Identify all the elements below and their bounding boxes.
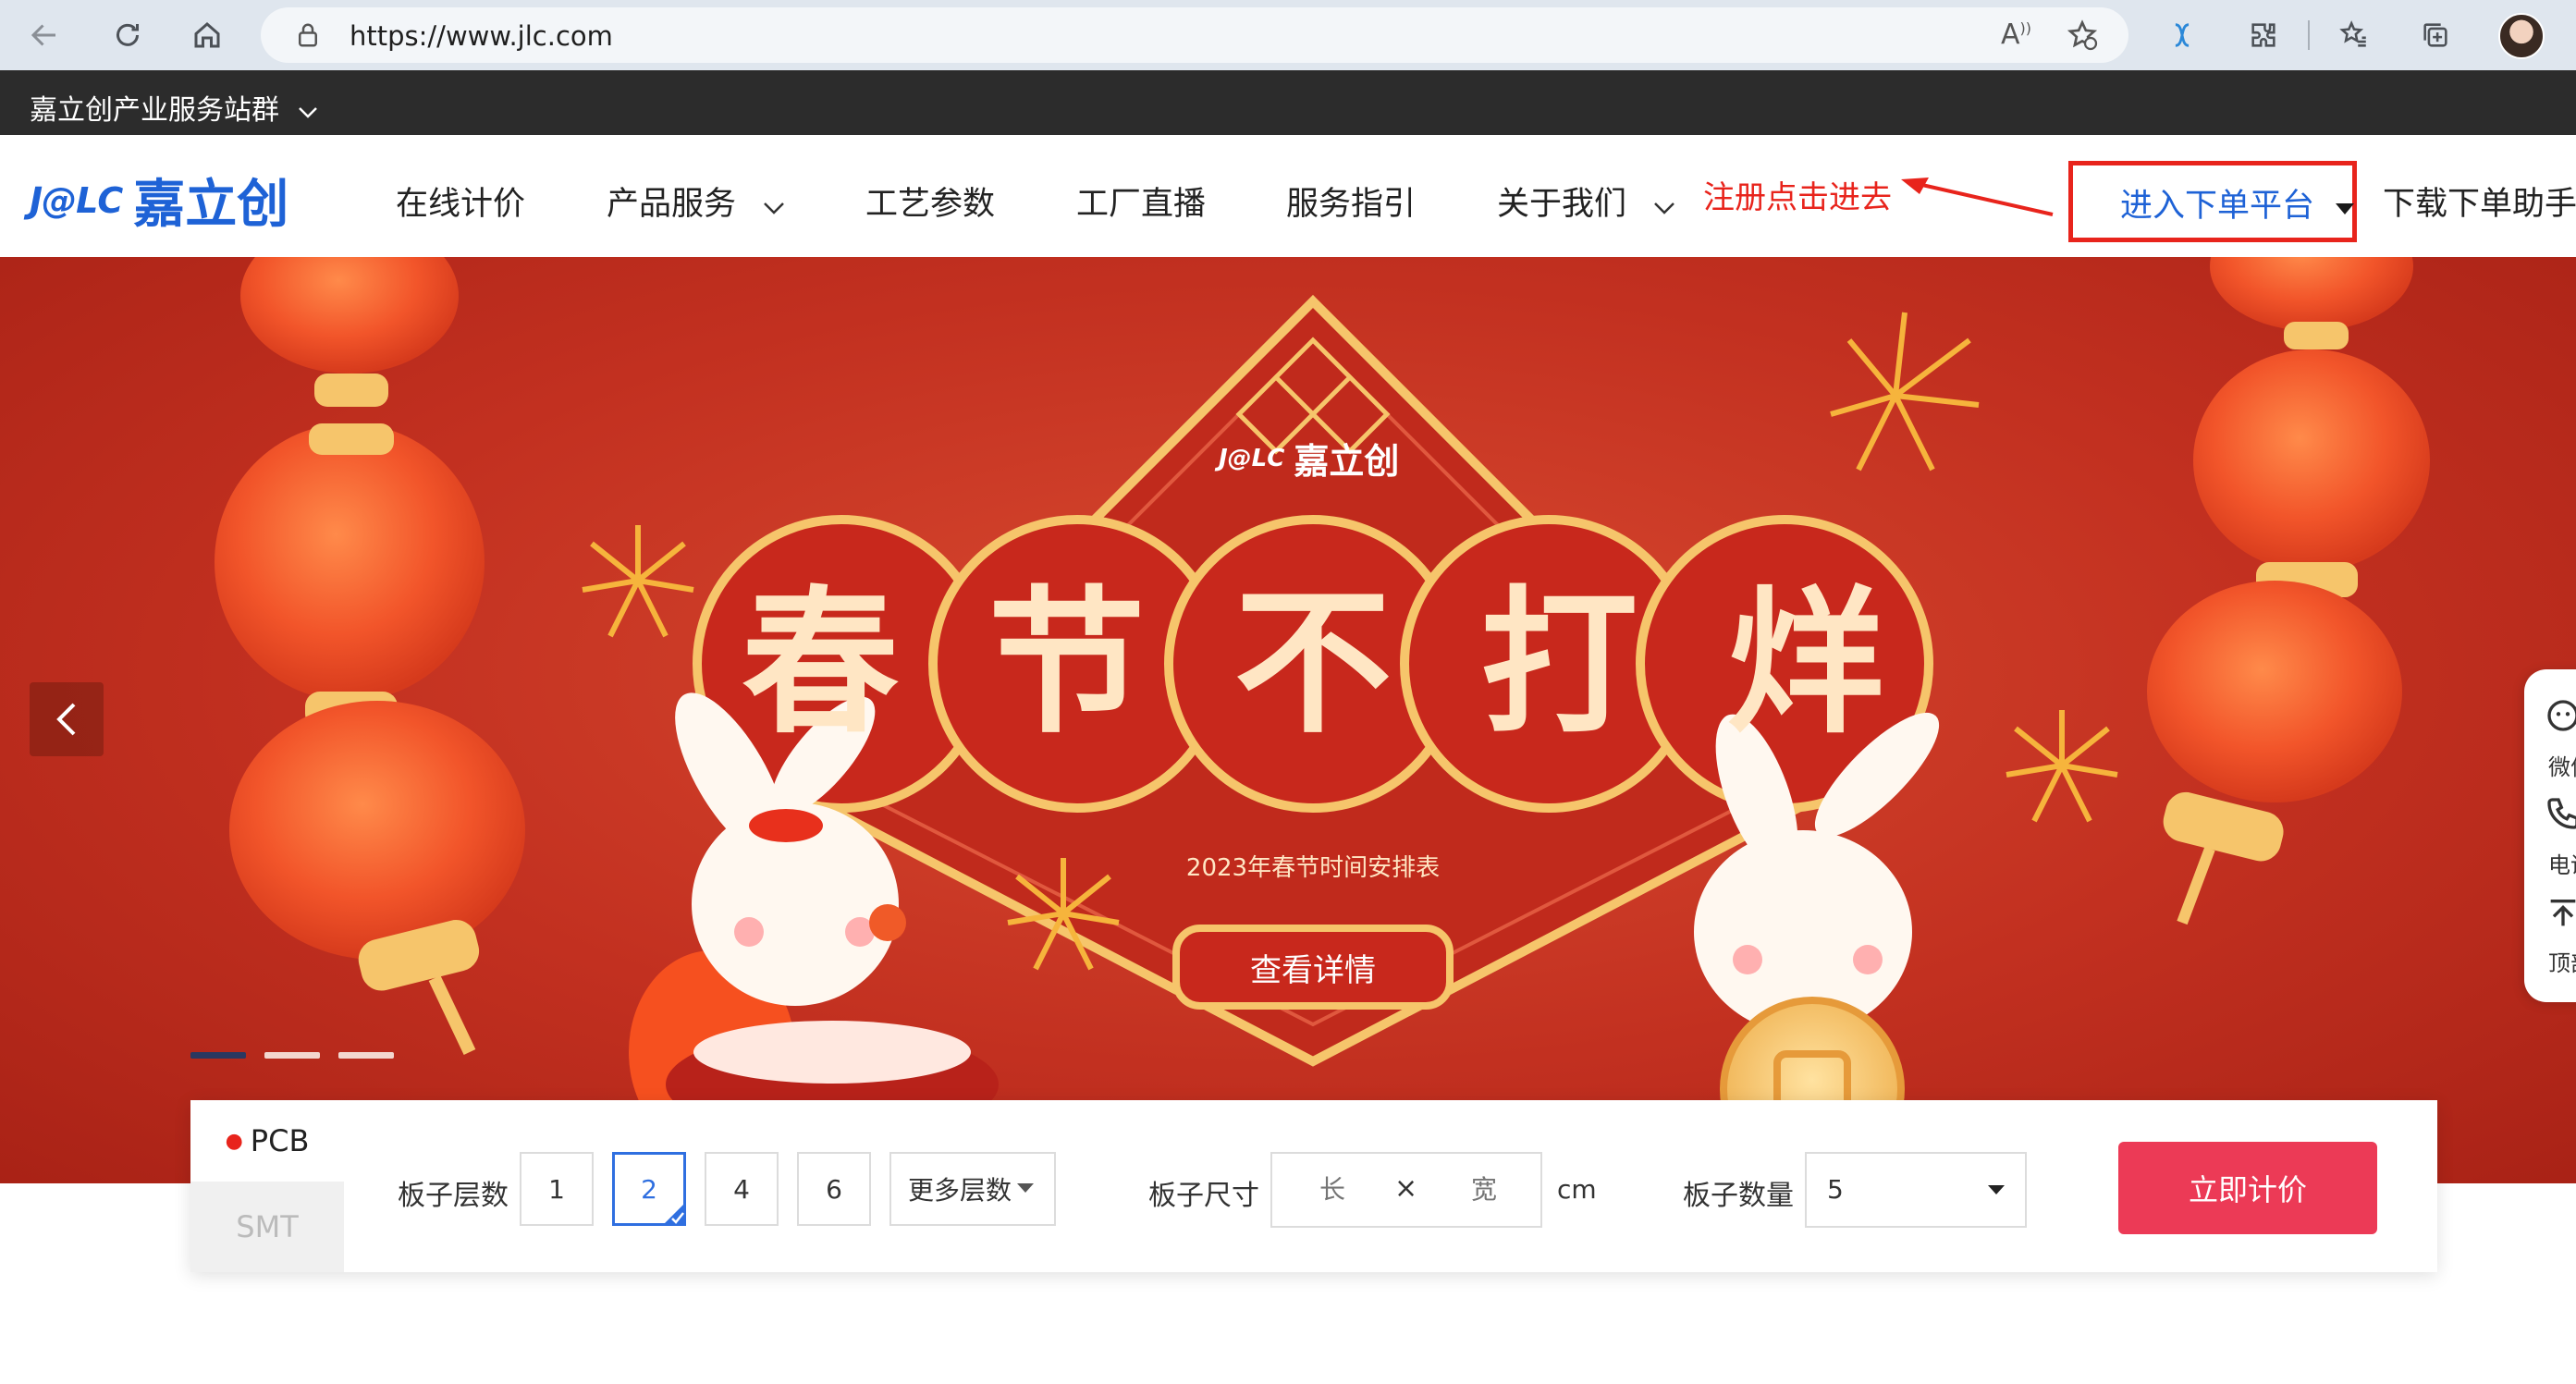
tab-label: PCB — [250, 1123, 310, 1158]
download-helper-label: 下载下单助手 — [2383, 186, 2576, 223]
back-icon[interactable] — [20, 11, 68, 59]
logo-mark: J@LC — [30, 179, 123, 221]
slide-indicator-3[interactable] — [338, 1052, 394, 1059]
size-unit: cm — [1557, 1174, 1597, 1205]
tab-pcb[interactable]: ● PCB — [190, 1100, 344, 1182]
add-favorite-icon[interactable] — [2066, 18, 2099, 55]
home-icon[interactable] — [183, 11, 231, 59]
nav-label: 服务指引 — [1286, 186, 1417, 223]
quantity-select[interactable]: 5 — [1805, 1152, 2027, 1228]
banner-brand-text: 嘉立创 — [1294, 441, 1400, 482]
site-logo[interactable]: J@LC 嘉立创 — [30, 163, 288, 238]
logo-text: 嘉立创 — [133, 175, 289, 235]
chevron-down-icon — [298, 107, 317, 118]
extension-copilot-icon[interactable] — [2160, 13, 2204, 57]
wechat-icon[interactable] — [2545, 697, 2576, 738]
size-input-group: × — [1270, 1152, 1542, 1228]
toolbar-divider — [2308, 20, 2310, 50]
collections-icon[interactable] — [2413, 13, 2458, 57]
layer-option-label: 2 — [641, 1173, 657, 1205]
headline-char: 节 — [987, 572, 1146, 755]
slide-indicator-2[interactable] — [264, 1052, 320, 1059]
nav-label: 在线计价 — [396, 186, 526, 223]
extensions-icon[interactable] — [2241, 13, 2286, 57]
tab-label: SMT — [236, 1209, 299, 1244]
banner-headline: 春 节 不 打 烊 — [697, 571, 1929, 756]
phone-icon[interactable] — [2545, 795, 2576, 836]
caret-down-icon — [1988, 1185, 2005, 1194]
hero-banner[interactable]: J@LC 嘉立创 春 节 不 打 烊 2023年春节时间安排表 查看详情 — [0, 257, 2576, 1183]
station-group-dropdown[interactable]: 嘉立创产业服务站群 — [30, 87, 318, 128]
more-layers-label: 更多层数 — [908, 1175, 1012, 1206]
size-label: 板子尺寸 — [1148, 1180, 1259, 1212]
nav-label: 工厂直播 — [1076, 186, 1207, 223]
headline-char: 春 — [742, 572, 900, 755]
lantern-right-group — [2147, 257, 2430, 925]
download-helper-link[interactable]: 下载下单助手 — [2383, 178, 2576, 225]
favorites-icon[interactable] — [2332, 13, 2376, 57]
caret-down-icon — [2336, 203, 2355, 214]
quantity-label: 板子数量 — [1683, 1180, 1794, 1212]
back-to-top-icon[interactable] — [2545, 895, 2576, 936]
order-platform-dropdown[interactable]: 进入下单平台 — [2120, 179, 2355, 227]
layer-option-6[interactable]: 6 — [797, 1152, 871, 1226]
active-dot-icon: ● — [225, 1129, 243, 1153]
lock-icon[interactable] — [294, 20, 322, 54]
browser-toolbar: https://www.jlc.com A)) — [0, 0, 2576, 70]
station-group-label: 嘉立创产业服务站群 — [30, 94, 279, 127]
slide-indicator-1[interactable] — [190, 1052, 246, 1059]
nav-label: 关于我们 — [1497, 186, 1627, 223]
nav-products[interactable]: 产品服务 — [607, 178, 785, 225]
tab-smt[interactable]: SMT — [190, 1182, 344, 1272]
banner-subtitle: 2023年春节时间安排表 — [1185, 854, 1441, 882]
wechat-label: 微信 — [2548, 754, 2576, 780]
phone-label: 电话 — [2548, 852, 2576, 878]
quick-quote-panel: ● PCB SMT 板子层数 1 2 4 6 更多层数 板子尺寸 × cm 板子… — [190, 1100, 2437, 1272]
read-aloud-icon[interactable]: A)) — [2001, 18, 2031, 51]
chevron-down-icon — [764, 202, 785, 214]
nav-service-guide[interactable]: 服务指引 — [1286, 178, 1416, 225]
station-bar: 嘉立创产业服务站群 — [0, 70, 2576, 135]
site-header: J@LC 嘉立创 在线计价 产品服务 工艺参数 工厂直播 服务指引 关于我们 注… — [0, 135, 2576, 257]
profile-avatar[interactable] — [2498, 13, 2545, 59]
nav-label: 工艺参数 — [865, 186, 996, 223]
nav-online-quote[interactable]: 在线计价 — [396, 178, 525, 225]
more-layers-dropdown[interactable]: 更多层数 — [889, 1152, 1056, 1226]
instant-quote-button[interactable]: 立即计价 — [2118, 1142, 2377, 1234]
address-bar[interactable]: https://www.jlc.com A)) — [261, 7, 2128, 63]
chevron-down-icon — [1654, 202, 1675, 214]
banner-brand: J@LC 嘉立创 — [1219, 433, 1399, 484]
selected-check-icon — [662, 1202, 686, 1226]
annotation-register-hint: 注册点击进去 — [1703, 179, 1892, 216]
banner-brand-mark: J@LC — [1219, 444, 1285, 472]
annotation-arrow-icon — [1901, 178, 2054, 216]
layers-label: 板子层数 — [398, 1180, 509, 1212]
layer-option-4[interactable]: 4 — [705, 1152, 779, 1226]
url-text: https://www.jlc.com — [350, 20, 613, 52]
headline-char: 不 — [1234, 572, 1392, 755]
layer-option-1[interactable]: 1 — [520, 1152, 594, 1226]
width-input[interactable] — [1433, 1163, 1535, 1217]
nav-process-params[interactable]: 工艺参数 — [865, 178, 995, 225]
floating-service-panel: 微信 电话 顶部 — [2524, 669, 2576, 1002]
nav-label: 产品服务 — [607, 186, 737, 223]
back-to-top-label: 顶部 — [2548, 950, 2576, 976]
refresh-icon[interactable] — [104, 11, 152, 59]
caret-down-icon — [1017, 1183, 1035, 1193]
nav-about-us[interactable]: 关于我们 — [1497, 178, 1675, 225]
nav-factory-live[interactable]: 工厂直播 — [1076, 178, 1206, 225]
order-platform-label: 进入下单平台 — [2120, 188, 2315, 225]
length-input[interactable] — [1282, 1163, 1383, 1217]
headline-char: 打 — [1480, 572, 1638, 755]
quantity-value: 5 — [1827, 1174, 1844, 1205]
chevron-left-icon — [56, 703, 76, 736]
lantern-left-group — [215, 257, 525, 1056]
times-sign: × — [1394, 1172, 1418, 1205]
banner-cta-button[interactable]: 查看详情 — [1176, 928, 1450, 1006]
layer-option-2[interactable]: 2 — [612, 1152, 686, 1226]
headline-char: 烊 — [1726, 572, 1884, 755]
banner-prev-button[interactable] — [30, 682, 104, 756]
